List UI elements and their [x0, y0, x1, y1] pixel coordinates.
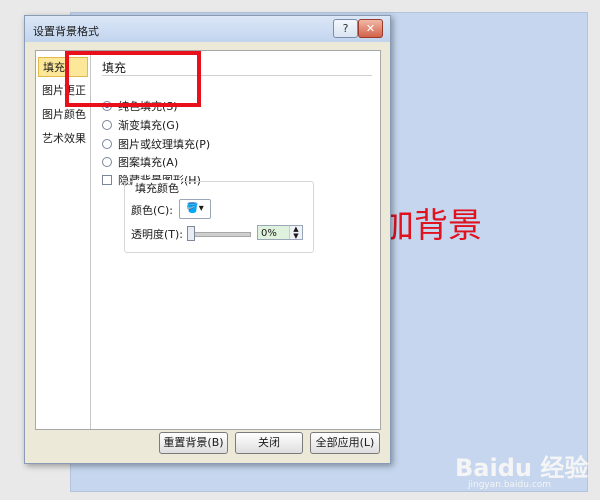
highlight-box — [65, 51, 201, 107]
fill-color-group-title: 填充颜色 — [133, 180, 181, 196]
fill-color-group: 填充颜色 颜色(C): 🪣▾ 透明度(T): 0% ▲ ▼ — [124, 180, 314, 253]
sidebar-item-artistic-effects[interactable]: 艺术效果 — [38, 129, 88, 149]
gradient-fill-label: 渐变填充(G) — [118, 119, 180, 132]
apply-to-all-button[interactable]: 全部应用(L) — [310, 432, 380, 454]
radio-icon[interactable] — [102, 157, 112, 167]
reset-background-button[interactable]: 重置背景(B) — [159, 432, 228, 454]
transparency-spinbox[interactable]: 0% ▲ ▼ — [257, 225, 303, 240]
help-button[interactable]: ? — [333, 19, 358, 38]
fill-panel: 填充 纯色填充(S) 渐变填充(G) 图片或纹理填充(P) 图案填充(A) 隐藏… — [96, 51, 380, 429]
watermark-logo: Baidu 经验 — [455, 454, 589, 482]
radio-icon[interactable] — [102, 139, 112, 149]
transparency-label: 透明度(T): — [131, 228, 184, 241]
color-label: 颜色(C): — [131, 204, 173, 217]
picture-texture-fill-label: 图片或纹理填充(P) — [118, 138, 211, 151]
sidebar: 填充 图片更正 图片颜色 艺术效果 — [36, 51, 91, 429]
slide-title-text: 加背景 — [380, 206, 482, 246]
pattern-fill-label: 图案填充(A) — [118, 156, 179, 169]
gradient-fill-option[interactable]: 渐变填充(G) — [102, 118, 179, 132]
transparency-value: 0% — [261, 228, 277, 239]
dialog-titlebar: 设置背景格式 ? ✕ — [25, 16, 390, 42]
spin-arrows-icon[interactable]: ▲ ▼ — [289, 226, 302, 240]
color-picker-button[interactable]: 🪣▾ — [179, 199, 211, 219]
pattern-fill-option[interactable]: 图案填充(A) — [102, 155, 178, 169]
radio-icon[interactable] — [102, 120, 112, 130]
sidebar-item-picture-color[interactable]: 图片颜色 — [38, 105, 88, 125]
dialog-content: 填充 图片更正 图片颜色 艺术效果 填充 纯色填充(S) 渐变填充(G) 图片或… — [35, 50, 381, 430]
picture-texture-fill-option[interactable]: 图片或纹理填充(P) — [102, 137, 210, 151]
dialog-title: 设置背景格式 — [33, 25, 99, 38]
transparency-slider-thumb[interactable] — [187, 226, 195, 241]
checkbox-icon[interactable] — [102, 175, 112, 185]
close-button[interactable]: 关闭 — [235, 432, 303, 454]
watermark-url: jingyan.baidu.com — [468, 480, 552, 490]
close-icon[interactable]: ✕ — [358, 19, 383, 38]
transparency-slider[interactable] — [187, 232, 251, 237]
